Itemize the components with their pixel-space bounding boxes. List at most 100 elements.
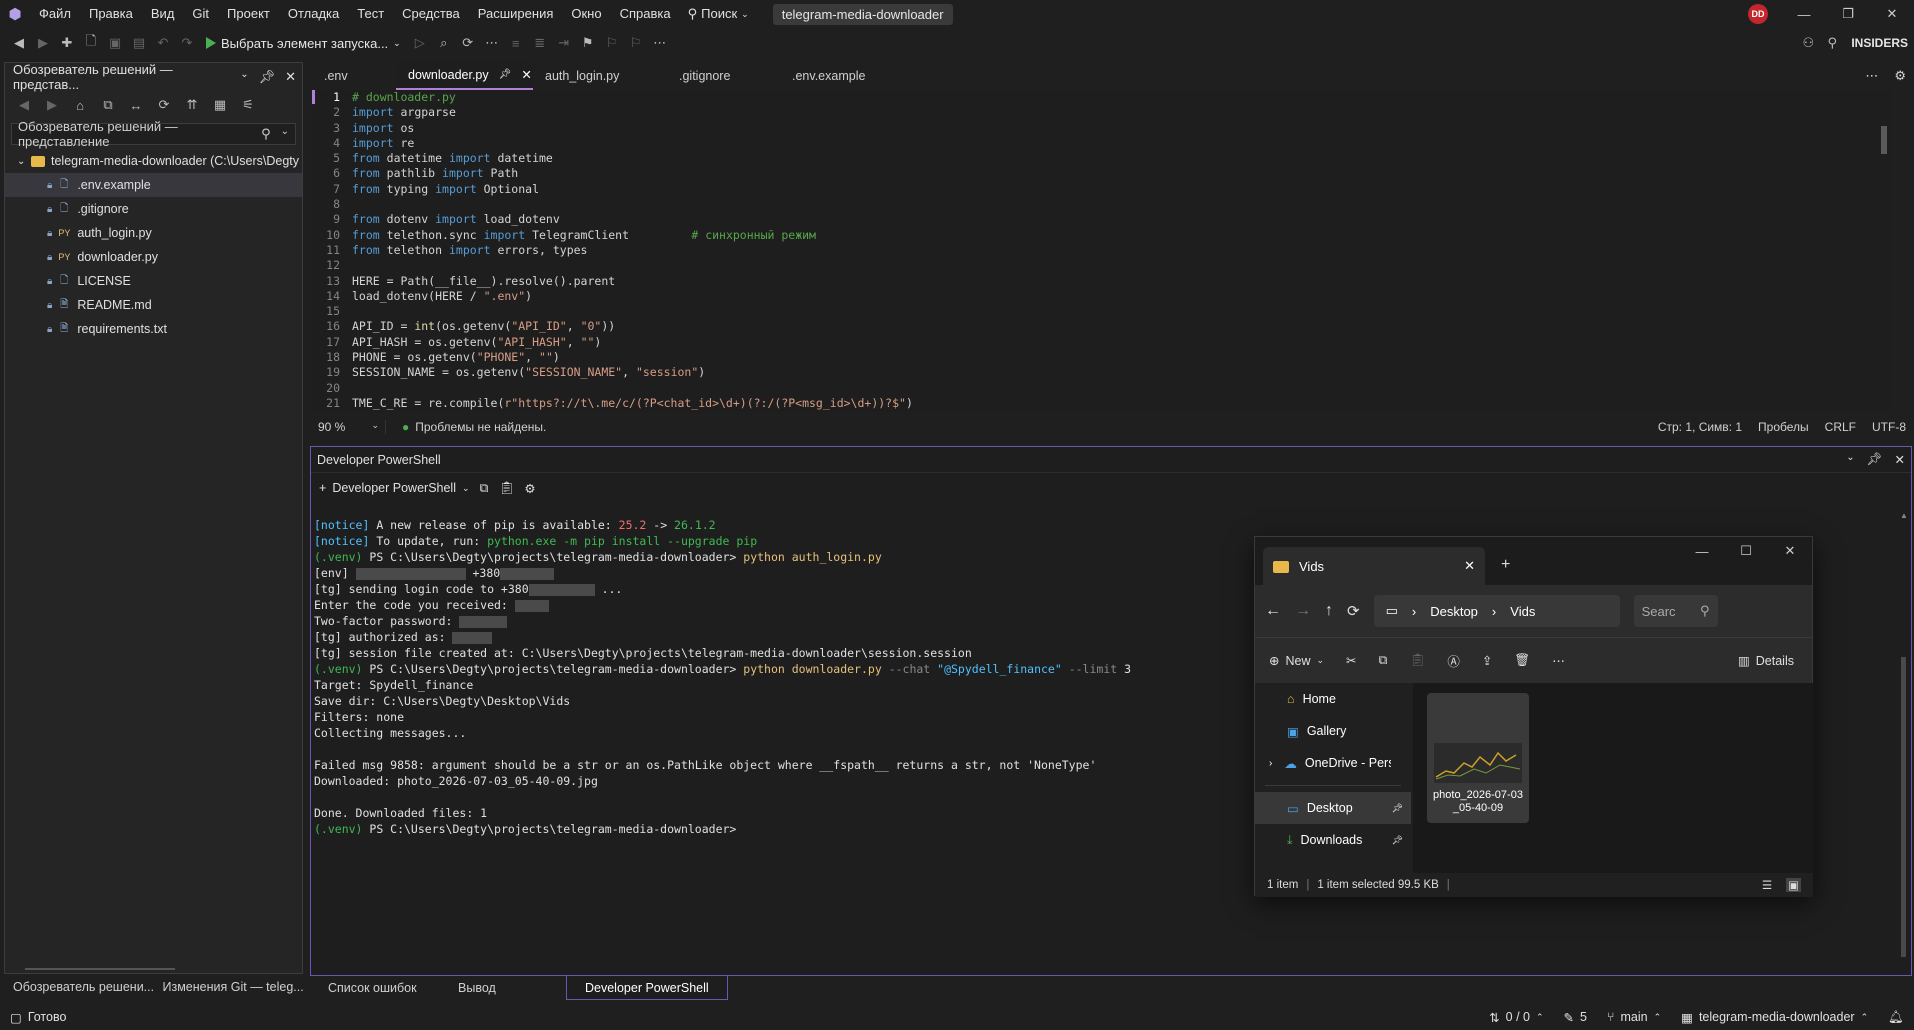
back-arrow-icon[interactable]: ← bbox=[1265, 602, 1281, 620]
more-icon[interactable]: ⋯ bbox=[481, 32, 503, 54]
avatar[interactable]: DD bbox=[1748, 4, 1768, 24]
more-icon[interactable]: ⋯ bbox=[1552, 653, 1565, 668]
close-icon[interactable]: ✕ bbox=[521, 61, 531, 89]
new-terminal-button[interactable]: + Developer PowerShell ⌄ bbox=[319, 481, 470, 495]
refresh-icon[interactable]: ⟳ bbox=[153, 94, 175, 116]
zoom-dropdown[interactable]: 90 % ⌄ bbox=[312, 420, 386, 434]
run-without-debug-icon[interactable]: ▷ bbox=[409, 32, 431, 54]
notifications-icon[interactable]: 🔔︎ bbox=[1878, 1010, 1914, 1025]
chevron-down-icon[interactable]: ⌄ bbox=[281, 126, 289, 142]
address-bar[interactable]: ▭ › Desktop › Vids bbox=[1373, 595, 1620, 627]
menu-tools[interactable]: Средства bbox=[393, 0, 469, 28]
tree-item-env-example[interactable]: 🔒︎ 🗋 .env.example bbox=[5, 173, 302, 197]
collapse-all-icon[interactable]: ⇈ bbox=[181, 94, 203, 116]
bookmark-icon[interactable]: ⚑ bbox=[577, 32, 599, 54]
sidebar-item-home[interactable]: ⌂ Home bbox=[1255, 683, 1411, 715]
redo-icon[interactable]: ↷ bbox=[176, 32, 198, 54]
menu-window[interactable]: Окно bbox=[562, 0, 610, 28]
undo-icon[interactable]: ↶ bbox=[152, 32, 174, 54]
pin-icon[interactable]: 📌︎ bbox=[1867, 452, 1883, 467]
vertical-scrollbar[interactable]: ▲ bbox=[1899, 507, 1908, 967]
tab-env-example[interactable]: .env.example bbox=[780, 62, 910, 90]
chevron-right-icon[interactable]: › bbox=[1269, 758, 1272, 769]
menu-edit[interactable]: Правка bbox=[80, 0, 142, 28]
git-sync-indicator[interactable]: ⇅ 0 / 0 ⌃ bbox=[1479, 1010, 1553, 1025]
insiders-badge[interactable]: INSIDERS bbox=[1845, 36, 1914, 50]
gear-icon[interactable]: ⚙ bbox=[1886, 68, 1914, 84]
maximize-button[interactable]: ☐ bbox=[1724, 537, 1768, 565]
share-icon[interactable]: ⇪ bbox=[1482, 653, 1492, 668]
code-editor[interactable]: 1 # downloader.py 2 import argparse 3 import … bbox=[312, 90, 1892, 412]
menu-debug[interactable]: Отладка bbox=[279, 0, 348, 28]
details-button[interactable]: ▥ Details bbox=[1738, 653, 1794, 669]
search-menu[interactable]: ⚲ Поиск ⌄ bbox=[680, 0, 757, 28]
back-icon[interactable]: ◀ bbox=[8, 32, 30, 54]
cursor-position[interactable]: Стр: 1, Симв: 1 bbox=[1650, 420, 1750, 434]
tab-git-changes[interactable]: Изменения Git — teleg... bbox=[155, 973, 305, 1001]
save-icon[interactable]: ▣ bbox=[104, 32, 126, 54]
minimize-button[interactable]: — bbox=[1680, 537, 1724, 565]
close-icon[interactable]: ✕ bbox=[285, 69, 296, 85]
details-view-icon[interactable]: ☰ bbox=[1762, 878, 1772, 892]
menu-project[interactable]: Проект bbox=[218, 0, 279, 28]
close-window-button[interactable]: ✕ bbox=[1870, 0, 1914, 28]
menu-extensions[interactable]: Расширения bbox=[469, 0, 563, 28]
paste-icon[interactable]: 📋︎ bbox=[1409, 653, 1425, 668]
tab-error-list[interactable]: Список ошибок bbox=[310, 976, 440, 1000]
hot-reload-icon[interactable]: ⟳ bbox=[457, 32, 479, 54]
tab-gitignore[interactable]: .gitignore bbox=[667, 62, 780, 90]
explorer-file-area[interactable]: photo_2026-07-03_05-40-09 bbox=[1413, 683, 1813, 873]
close-icon[interactable]: ✕ bbox=[1464, 558, 1475, 574]
explorer-tab[interactable]: Vids ✕ bbox=[1263, 547, 1485, 585]
tab-output[interactable]: Вывод bbox=[440, 976, 566, 1000]
pin-icon[interactable]: 📌︎ bbox=[259, 69, 276, 85]
new-tab-icon[interactable]: + bbox=[1501, 556, 1510, 574]
indent-icon[interactable]: ⇥ bbox=[553, 32, 575, 54]
vertical-scrollbar[interactable] bbox=[1876, 90, 1892, 412]
file-item-photo[interactable]: photo_2026-07-03_05-40-09 bbox=[1427, 693, 1529, 823]
tree-item-readme[interactable]: 🔒︎ 🗎 README.md bbox=[5, 293, 302, 317]
browse-icon[interactable]: ⌕ bbox=[433, 32, 455, 54]
menu-file[interactable]: Файл bbox=[30, 0, 80, 28]
line-ending[interactable]: CRLF bbox=[1817, 420, 1864, 434]
gear-icon[interactable]: ⚙ bbox=[524, 481, 535, 496]
breadcrumb-vids[interactable]: Vids bbox=[1510, 604, 1535, 619]
open-file-icon[interactable]: 🗋 bbox=[80, 32, 102, 54]
account-icon[interactable]: ⚲ bbox=[1821, 32, 1843, 54]
show-all-files-icon[interactable]: ▦ bbox=[209, 94, 231, 116]
menu-git[interactable]: Git bbox=[183, 0, 218, 28]
cut-icon[interactable]: ✂ bbox=[1346, 653, 1356, 668]
tree-root[interactable]: ⌄ telegram-media-downloader (C:\Users\De… bbox=[5, 149, 302, 173]
start-button[interactable]: Выбрать элемент запуска... ⌄ bbox=[200, 36, 407, 51]
tree-item-gitignore[interactable]: 🔒︎ 🗋 .gitignore bbox=[5, 197, 302, 221]
close-icon[interactable]: ✕ bbox=[1895, 452, 1905, 467]
branch-indicator[interactable]: ⑂ main ⌃ bbox=[1597, 1010, 1671, 1024]
solution-search-input[interactable]: Обозреватель решений — представление ⚲ ⌄ bbox=[11, 119, 296, 149]
up-arrow-icon[interactable]: ↑ bbox=[1325, 602, 1333, 620]
explorer-search-input[interactable]: Searc ⚲ bbox=[1633, 595, 1718, 627]
forward-icon[interactable]: ▶ bbox=[41, 94, 63, 116]
chevron-down-icon[interactable]: ⌄ bbox=[1846, 452, 1854, 467]
problems-indicator[interactable]: ● Проблемы не найдены. bbox=[402, 420, 546, 434]
prev-bookmark-icon[interactable]: ⚐ bbox=[601, 32, 623, 54]
tab-auth-login[interactable]: auth_login.py bbox=[533, 62, 667, 90]
sidebar-item-gallery[interactable]: ▣ Gallery bbox=[1255, 715, 1411, 747]
tree-item-auth-login[interactable]: 🔒︎ PY auth_login.py bbox=[5, 221, 302, 245]
tab-developer-powershell[interactable]: Developer PowerShell bbox=[566, 976, 728, 1000]
menu-help[interactable]: Справка bbox=[611, 0, 680, 28]
rename-icon[interactable]: Ⓐ bbox=[1447, 651, 1460, 670]
tab-solution-explorer[interactable]: Обозреватель решени... bbox=[5, 973, 155, 1001]
tree-item-downloader[interactable]: 🔒︎ PY downloader.py bbox=[5, 245, 302, 269]
chevron-down-icon[interactable]: ⌄ bbox=[17, 156, 31, 167]
whitespace-mode[interactable]: Пробелы bbox=[1750, 420, 1817, 434]
live-share-icon[interactable]: ⚇ bbox=[1797, 32, 1819, 54]
solution-title[interactable]: telegram-media-downloader bbox=[772, 3, 953, 25]
tiles-view-icon[interactable]: ▣ bbox=[1786, 878, 1801, 892]
minimize-button[interactable]: — bbox=[1782, 0, 1826, 28]
sidebar-item-downloads[interactable]: ⤓ Downloads 📌︎ bbox=[1255, 824, 1411, 856]
sidebar-item-desktop[interactable]: ▭ Desktop 📌︎ bbox=[1255, 792, 1411, 824]
tab-downloader[interactable]: downloader.py 📌︎ ✕ bbox=[396, 62, 533, 90]
paste-icon[interactable]: 📋︎ bbox=[498, 481, 514, 496]
properties-icon[interactable]: ⚟ bbox=[237, 94, 259, 116]
tree-item-license[interactable]: 🔒︎ 🗋 LICENSE bbox=[5, 269, 302, 293]
